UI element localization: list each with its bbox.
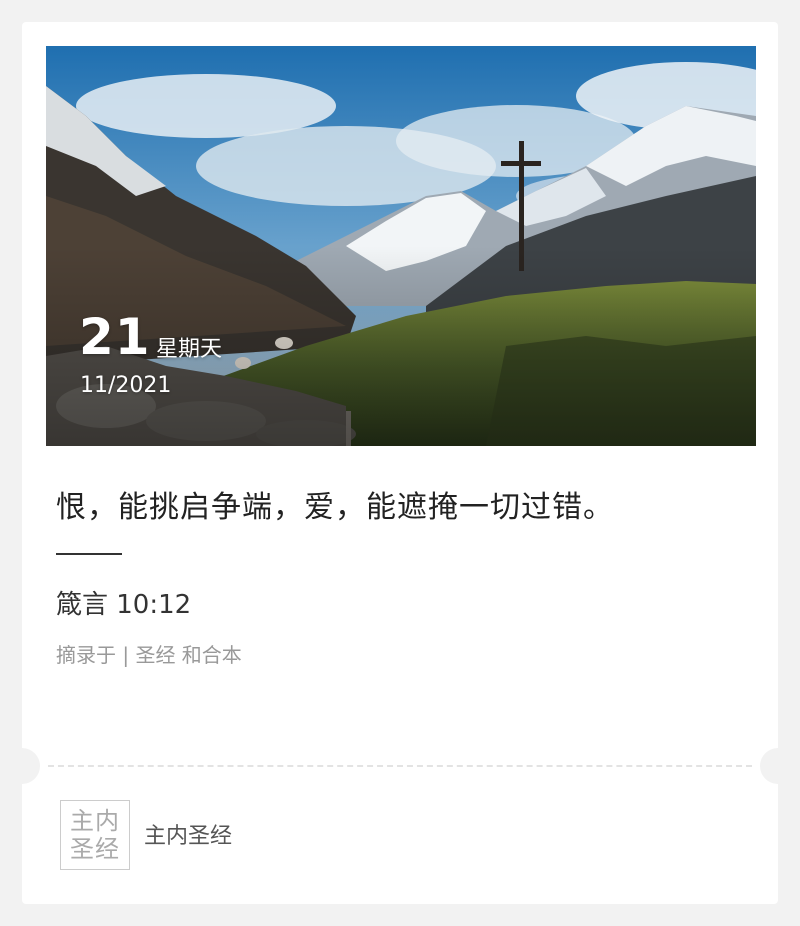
ticket-notch-right <box>760 748 778 784</box>
account-logo[interactable]: 主内 圣经 <box>60 800 130 870</box>
verse-source: 摘录于 | 圣经 和合本 <box>56 643 242 667</box>
date-month-year: 11/2021 <box>80 373 172 398</box>
date-day: 21 <box>79 308 151 366</box>
verse-reference: 箴言 10:12 <box>56 590 192 620</box>
daily-verse-card: 21 星期天 11/2021 恨，能挑启争端，爱，能遮掩一切过错。 箴言 10:… <box>22 22 778 904</box>
hero-image: 21 星期天 11/2021 <box>46 46 756 446</box>
date-weekday: 星期天 <box>156 337 223 362</box>
dashed-separator <box>48 765 752 767</box>
ticket-notch-left <box>22 748 40 784</box>
verse-text: 恨，能挑启争端，爱，能遮掩一切过错。 <box>56 490 614 525</box>
logo-line-1: 主内 <box>70 807 120 835</box>
verse-divider <box>56 553 122 555</box>
account-name[interactable]: 主内圣经 <box>144 823 232 851</box>
logo-line-2: 圣经 <box>70 835 120 863</box>
